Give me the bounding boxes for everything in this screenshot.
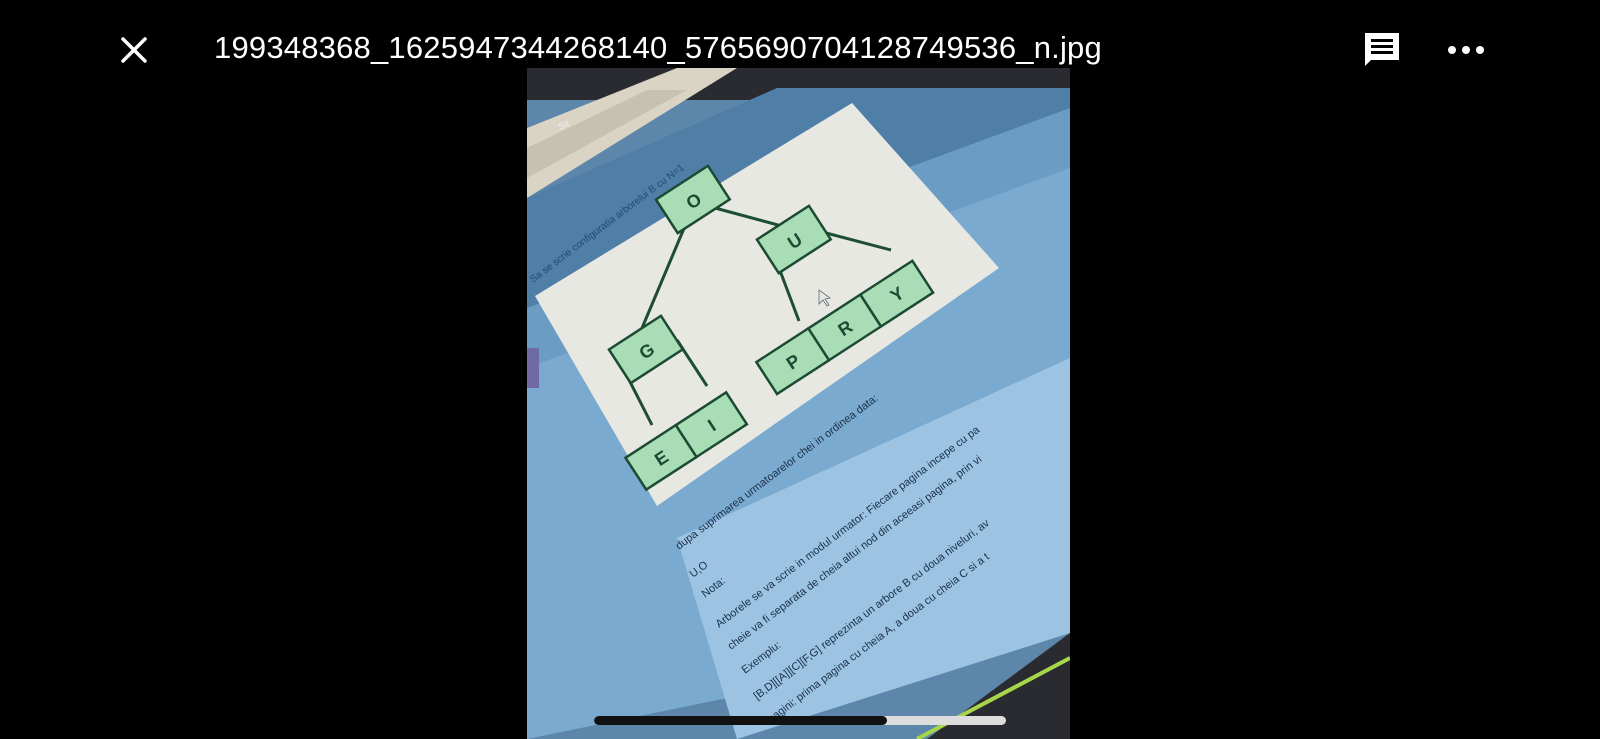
close-button[interactable]	[114, 30, 154, 70]
more-options-icon	[1448, 46, 1484, 54]
video-progress-fill	[594, 716, 887, 725]
comment-icon	[1365, 33, 1399, 66]
more-options-button[interactable]	[1444, 30, 1488, 70]
photo-view: Sit Sa se scrie configuratia arborelui B…	[527, 68, 1070, 739]
viewer-top-bar: 199348368_1625947344268140_5765690704128…	[0, 0, 1600, 100]
close-icon	[121, 37, 147, 63]
video-progress-bar[interactable]	[594, 716, 1006, 725]
comment-button[interactable]	[1362, 30, 1402, 70]
photo-image: Sit Sa se scrie configuratia arborelui B…	[527, 68, 1070, 739]
file-name-title: 199348368_1625947344268140_5765690704128…	[214, 30, 1102, 65]
